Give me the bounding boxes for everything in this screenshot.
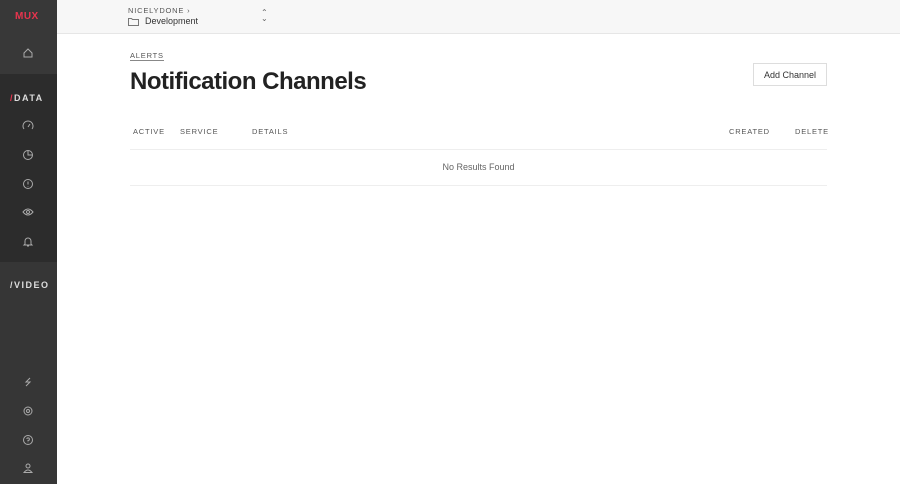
top-header: NICELYDONE › Development ⌃ ⌄: [57, 0, 900, 34]
gear-icon[interactable]: [21, 404, 35, 418]
column-header-delete: DELETE: [795, 127, 829, 136]
page-title: Notification Channels: [130, 68, 367, 95]
user-icon[interactable]: [21, 461, 35, 475]
sidebar-section-data[interactable]: /DATA: [10, 93, 44, 103]
home-icon[interactable]: [21, 46, 35, 60]
column-header-created: CREATED: [729, 127, 770, 136]
divider: [130, 149, 827, 150]
environment-selector[interactable]: Development: [128, 16, 198, 26]
add-channel-button[interactable]: Add Channel: [753, 63, 827, 86]
column-header-details: DETAILS: [252, 127, 289, 136]
environment-name: Development: [145, 16, 199, 26]
mux-logo[interactable]: MUX: [15, 11, 39, 22]
folder-icon: [128, 17, 139, 26]
sidebar: MUX /DATA /VIDEO: [0, 0, 57, 484]
sidebar-section-video[interactable]: /VIDEO: [10, 280, 50, 290]
bell-icon[interactable]: [21, 234, 35, 248]
eye-icon[interactable]: [21, 205, 35, 219]
alert-icon[interactable]: [21, 177, 35, 191]
breadcrumb-alerts[interactable]: ALERTS: [130, 51, 164, 61]
org-breadcrumb[interactable]: NICELYDONE ›: [128, 6, 190, 15]
column-header-active: ACTIVE: [133, 127, 165, 136]
column-header-service: SERVICE: [180, 127, 219, 136]
pie-chart-icon[interactable]: [21, 148, 35, 162]
divider: [130, 185, 827, 186]
help-icon[interactable]: [21, 433, 35, 447]
plug-icon[interactable]: [21, 375, 35, 389]
empty-state-message: No Results Found: [442, 162, 515, 172]
gauge-icon[interactable]: [21, 119, 35, 133]
switch-environment-chevrons-icon[interactable]: ⌃ ⌄: [261, 9, 268, 23]
